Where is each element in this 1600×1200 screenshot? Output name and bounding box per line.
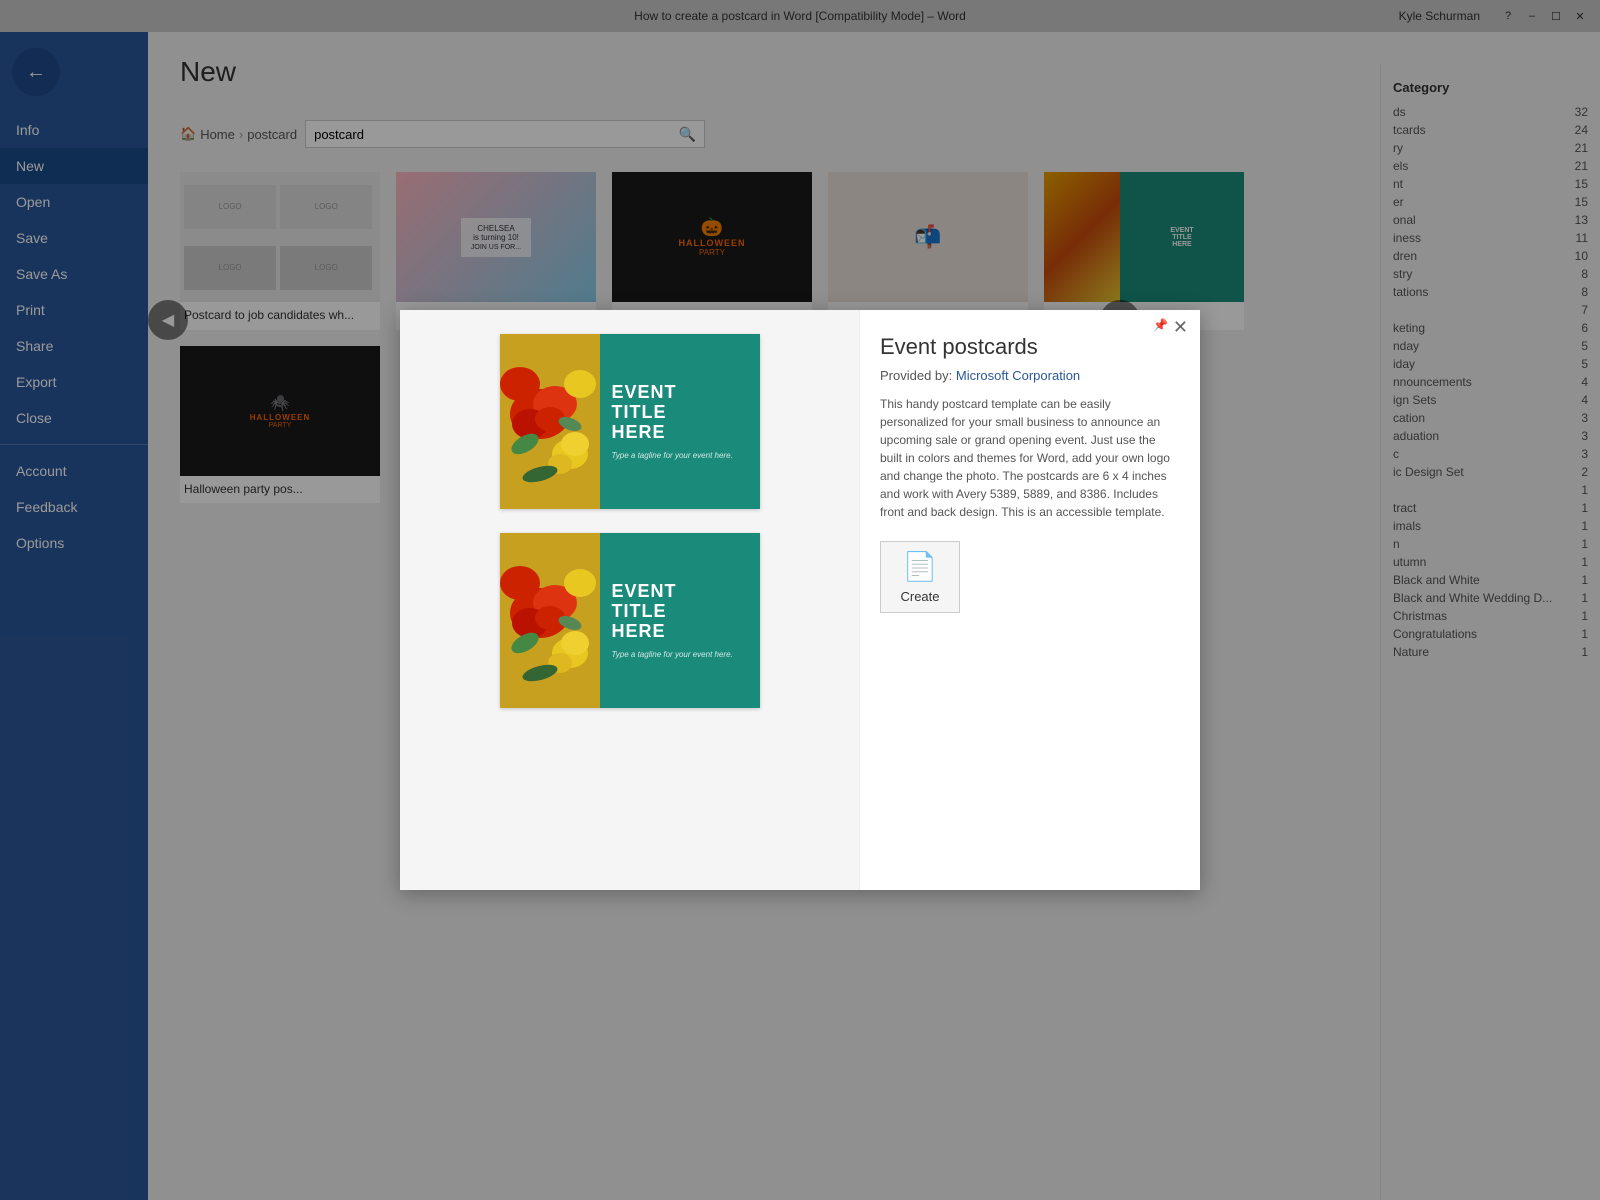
postcard-text-area-2: EVENT TITLE HERE Type a tagline for your… — [600, 533, 760, 708]
postcard-text-area-1: EVENT TITLE HERE Type a tagline for your… — [600, 334, 760, 509]
modal-title: Event postcards — [880, 334, 1180, 360]
modal-preview-panel: EVENT TITLE HERE Type a tagline for your… — [400, 310, 860, 890]
modal-pin-button[interactable]: 📌 — [1153, 318, 1168, 332]
modal-overlay: ✕ 📌 — [0, 0, 1600, 1200]
create-label: Create — [900, 589, 939, 604]
modal-description: This handy postcard template can be easi… — [880, 395, 1180, 521]
modal-dialog: ✕ 📌 — [400, 310, 1200, 890]
postcard-preview-1: EVENT TITLE HERE Type a tagline for your… — [500, 334, 760, 509]
postcard-event-title: EVENT TITLE HERE — [612, 383, 748, 442]
modal-provider: Provided by: Microsoft Corporation — [880, 368, 1180, 383]
modal-provider-link[interactable]: Microsoft Corporation — [956, 368, 1080, 383]
postcard-photo-2 — [500, 533, 600, 708]
modal-close-button[interactable]: ✕ — [1173, 318, 1188, 336]
postcard-tagline-2: Type a tagline for your event here. — [612, 650, 748, 659]
postcard-event-title-2: EVENT TITLE HERE — [612, 582, 748, 641]
modal-info-panel: Event postcards Provided by: Microsoft C… — [860, 310, 1200, 890]
create-icon: 📄 — [903, 550, 938, 583]
postcard-tagline: Type a tagline for your event here. — [612, 451, 748, 460]
create-button[interactable]: 📄 Create — [880, 541, 960, 613]
postcard-photo-1 — [500, 334, 600, 509]
postcard-preview-2: EVENT TITLE HERE Type a tagline for your… — [500, 533, 760, 708]
